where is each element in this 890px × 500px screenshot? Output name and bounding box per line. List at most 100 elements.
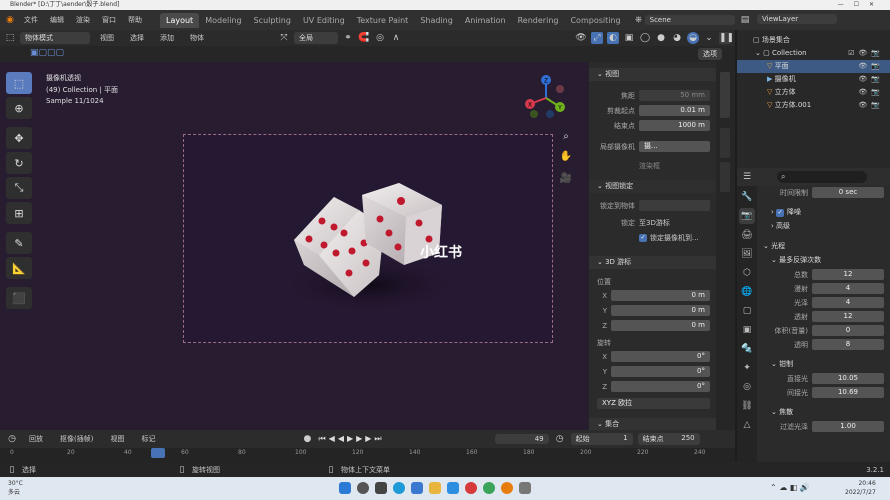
scene-selector[interactable]: Scene xyxy=(644,15,735,25)
section-view-lock[interactable]: ⌄ 视图锁定 xyxy=(589,180,716,193)
app-icon[interactable] xyxy=(519,482,531,494)
select-box-icon[interactable]: ⬚ xyxy=(6,72,32,94)
search-icon[interactable] xyxy=(357,482,369,494)
weather-widget[interactable]: 30°C 多云 xyxy=(8,479,23,497)
viewport-menu-select[interactable]: 选择 xyxy=(124,33,150,43)
bounce-field[interactable]: 4 xyxy=(812,297,884,308)
shading-options-icon[interactable]: ⌄ xyxy=(703,32,715,44)
tab-modeling[interactable]: Modeling xyxy=(199,13,247,28)
lock-3d-cursor-checkbox[interactable]: 至3D游标 xyxy=(639,218,670,228)
physics-tab-icon[interactable]: ◎ xyxy=(739,379,755,395)
system-tray-icons[interactable]: ⌃ ☁ ◧ 🔊 xyxy=(770,483,810,492)
direct-field[interactable]: 10.05 xyxy=(812,373,884,384)
annotate-icon[interactable]: ✎ xyxy=(6,232,32,254)
filter-glossy-field[interactable]: 1.00 xyxy=(812,421,884,432)
pivot-icon[interactable]: ⚭ xyxy=(342,32,354,44)
mode-dropdown[interactable]: 物体模式 xyxy=(20,32,90,44)
tool-tab-icon[interactable]: 🔧 xyxy=(739,189,755,205)
start-icon[interactable] xyxy=(339,482,351,494)
render-region-checkbox[interactable]: 渲染框 xyxy=(639,161,660,171)
lock-camera-checkbox[interactable]: 锁定摄像机到... xyxy=(650,233,699,243)
outliner-item-cube[interactable]: ▽ 立方体 👁📷 xyxy=(737,86,890,99)
tab-shading[interactable]: Shading xyxy=(414,13,459,28)
loc-x-field[interactable]: 0 m xyxy=(611,290,710,301)
navigation-gizmo[interactable]: Z Y X xyxy=(522,74,570,122)
rot-y-field[interactable]: 0° xyxy=(611,366,710,377)
render-tab-icon[interactable]: 📷 xyxy=(739,208,755,224)
transform-orientation-dropdown[interactable]: 全局 xyxy=(294,32,338,44)
snap-icon[interactable]: 🧲 xyxy=(358,32,370,44)
section-3d-cursor[interactable]: ⌄ 3D 游标 xyxy=(589,256,716,269)
transform-icon[interactable]: ⊞ xyxy=(6,202,32,224)
menu-window[interactable]: 窗口 xyxy=(96,15,122,25)
visibility-icon[interactable]: 👁 xyxy=(575,32,587,44)
object-tab-icon[interactable]: ▣ xyxy=(739,322,755,338)
visibility-toggles[interactable]: 👁📷 xyxy=(858,60,884,73)
data-tab-icon[interactable]: △ xyxy=(739,417,755,433)
chrome-icon[interactable] xyxy=(483,482,495,494)
falloff-icon[interactable]: ∧ xyxy=(390,32,402,44)
move-icon[interactable]: ✥ xyxy=(6,127,32,149)
scale-icon[interactable]: ⤡ xyxy=(6,177,32,199)
timeline-menu-marker[interactable]: 标记 xyxy=(135,434,161,444)
blender-taskbar-icon[interactable] xyxy=(501,482,513,494)
zoom-icon[interactable]: ⌕ xyxy=(557,128,575,146)
bounce-field[interactable]: 12 xyxy=(812,311,884,322)
add-cube-icon[interactable]: ⬛ xyxy=(6,287,32,309)
edge-icon[interactable] xyxy=(393,482,405,494)
bounce-field[interactable]: 8 xyxy=(812,339,884,350)
outliner-item-cube-001[interactable]: ▽ 立方体.001 👁📷 xyxy=(737,99,890,112)
task-view-icon[interactable] xyxy=(375,482,387,494)
world-tab-icon[interactable]: 🌐 xyxy=(739,284,755,300)
camera-view-icon[interactable]: 🎥 xyxy=(557,170,575,188)
options-dropdown[interactable]: 选项 xyxy=(698,48,722,60)
timeline-menu-keying[interactable]: 抠像(插帧) xyxy=(54,434,99,444)
focal-field[interactable]: 50 mm xyxy=(639,90,710,101)
outliner-item-plane[interactable]: ▽ 平面 👁📷 xyxy=(737,60,890,73)
section-view[interactable]: ⌄ 视图 xyxy=(589,68,716,81)
blender-logo-icon[interactable]: ◉ xyxy=(4,14,16,26)
select-mode-icons[interactable]: ▣▢▢▢ xyxy=(30,48,64,58)
shading-material-icon[interactable]: ◕ xyxy=(671,32,683,44)
lock-object-field[interactable] xyxy=(639,200,710,211)
tab-uv-editing[interactable]: UV Editing xyxy=(297,13,351,28)
timeline-menu-playback[interactable]: 回放 xyxy=(23,434,49,444)
advanced-section[interactable]: › 高级 xyxy=(757,219,890,233)
denoise-section[interactable]: › ✓ 降噪 xyxy=(757,205,890,219)
clip-start-field[interactable]: 0.01 m xyxy=(639,105,710,116)
clock[interactable]: 20:46 2022/7/27 xyxy=(845,479,876,497)
loc-z-field[interactable]: 0 m xyxy=(611,320,710,331)
max-bounces-section[interactable]: ⌄ 最多反弹次数 xyxy=(757,253,890,267)
viewport-menu-object[interactable]: 物体 xyxy=(184,33,210,43)
overlay-toggle-icon[interactable]: ◐ xyxy=(607,32,619,44)
visibility-toggles[interactable]: 👁📷 xyxy=(858,73,884,86)
window-controls[interactable]: —☐✕ xyxy=(838,0,884,10)
output-tab-icon[interactable]: 🖨 xyxy=(739,227,755,243)
view-layer-tab-icon[interactable]: 🖼 xyxy=(739,246,755,262)
clamping-section[interactable]: ⌄ 钳制 xyxy=(757,357,890,371)
bounce-field[interactable]: 12 xyxy=(812,269,884,280)
tab-layout[interactable]: Layout xyxy=(160,12,200,28)
pause-render-icon[interactable]: ❚❚ xyxy=(719,32,734,44)
visibility-toggles[interactable]: ☑👁📷 xyxy=(848,47,884,60)
playback-controls[interactable]: ⏮◀◀▶▶▶⏭ xyxy=(318,434,384,444)
rotation-mode-dropdown[interactable]: XYZ 欧拉 xyxy=(597,398,710,409)
timeline-ruler[interactable]: 0 20 40 60 80 100 120 140 160 180 200 220 240 xyxy=(0,448,735,462)
tab-compositing[interactable]: Compositing xyxy=(564,13,626,28)
light-paths-section[interactable]: ⌄ 光程 xyxy=(757,239,890,253)
viewport-menu-view[interactable]: 视图 xyxy=(94,33,120,43)
rotate-icon[interactable]: ↻ xyxy=(6,152,32,174)
xray-icon[interactable]: ▣ xyxy=(623,32,635,44)
constraints-tab-icon[interactable]: ⛓ xyxy=(739,398,755,414)
tab-animation[interactable]: Animation xyxy=(459,13,512,28)
store-icon[interactable] xyxy=(411,482,423,494)
loc-y-field[interactable]: 0 m xyxy=(611,305,710,316)
scene-icon[interactable]: ⎈ xyxy=(633,14,645,26)
record-icon[interactable]: ● xyxy=(301,433,313,445)
shading-rendered-icon[interactable]: ◒ xyxy=(687,32,699,44)
gizmo-toggle-icon[interactable]: ⤢ xyxy=(591,32,603,44)
caustics-section[interactable]: ⌄ 焦散 xyxy=(757,405,890,419)
shading-solid-icon[interactable]: ● xyxy=(655,32,667,44)
sidebar-tab-item[interactable] xyxy=(720,72,730,118)
clip-end-field[interactable]: 1000 m xyxy=(639,120,710,131)
